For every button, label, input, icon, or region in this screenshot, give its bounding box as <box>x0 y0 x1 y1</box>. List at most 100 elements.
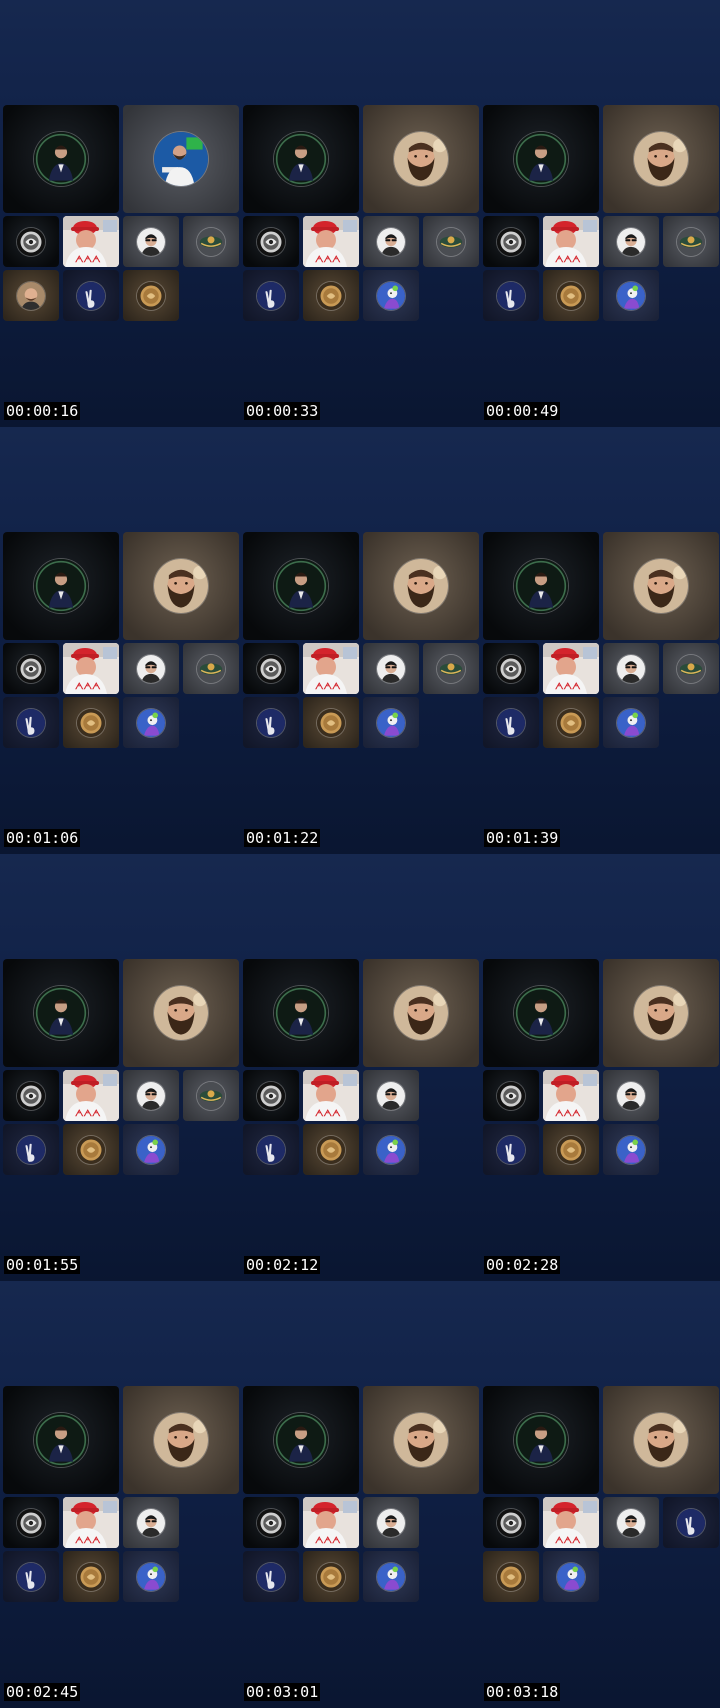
participant-tile-large[interactable] <box>483 532 599 640</box>
participant-tile-small[interactable] <box>363 1497 419 1548</box>
participant-tile-small[interactable] <box>3 1124 59 1175</box>
participant-tile-small[interactable] <box>123 1497 179 1548</box>
participant-tile-small[interactable]: ᗅᗅᗅ <box>63 1497 119 1548</box>
participant-tile-large[interactable] <box>483 959 599 1067</box>
participant-tile-small[interactable] <box>603 1070 659 1121</box>
participant-tile-small[interactable]: ᗅᗅᗅ <box>63 643 119 694</box>
participant-tile-large[interactable] <box>363 1386 479 1494</box>
participant-tile-large[interactable] <box>483 105 599 213</box>
participant-tile-small[interactable]: ᗅᗅᗅ <box>543 643 599 694</box>
participant-tile-small[interactable] <box>243 216 299 267</box>
participant-tile-small[interactable] <box>63 697 119 748</box>
participant-tile-small[interactable] <box>543 270 599 321</box>
participant-tile-small[interactable] <box>303 270 359 321</box>
participant-tile-large[interactable] <box>243 959 359 1067</box>
participant-tile-large[interactable] <box>3 532 119 640</box>
participant-tile-small[interactable]: ᗅᗅᗅ <box>543 216 599 267</box>
participant-tile-small[interactable] <box>183 1070 239 1121</box>
participant-tile-large[interactable] <box>603 532 719 640</box>
participant-tile-small[interactable] <box>543 697 599 748</box>
participant-tile-small[interactable] <box>483 643 539 694</box>
participant-tile-small[interactable] <box>3 270 59 321</box>
participant-tile-small[interactable] <box>243 697 299 748</box>
participant-tile-small[interactable] <box>483 216 539 267</box>
participant-tile-small[interactable] <box>243 1124 299 1175</box>
participant-tile-small[interactable] <box>363 216 419 267</box>
participant-tile-small[interactable] <box>3 1497 59 1548</box>
participant-tile-small[interactable] <box>183 216 239 267</box>
participant-tile-small[interactable] <box>483 1124 539 1175</box>
participant-tile-small[interactable] <box>3 216 59 267</box>
participant-tile-small[interactable] <box>363 643 419 694</box>
participant-tile-small[interactable] <box>3 697 59 748</box>
participant-tile-small[interactable] <box>243 1551 299 1602</box>
participant-tile-small[interactable] <box>63 270 119 321</box>
participant-tile-large[interactable] <box>363 532 479 640</box>
participant-tile-small[interactable] <box>303 697 359 748</box>
participant-tile-small[interactable] <box>303 1124 359 1175</box>
participant-tile-small[interactable] <box>63 1124 119 1175</box>
participant-tile-small[interactable] <box>603 1124 659 1175</box>
participant-tile-large[interactable] <box>243 1386 359 1494</box>
participant-tile-large[interactable] <box>3 1386 119 1494</box>
participant-tile-small[interactable] <box>663 216 719 267</box>
participant-tile-large[interactable] <box>603 959 719 1067</box>
participant-tile-large[interactable] <box>363 105 479 213</box>
participant-tile-large[interactable] <box>3 959 119 1067</box>
participant-tile-small[interactable] <box>123 1124 179 1175</box>
participant-tile-small[interactable]: ᗅᗅᗅ <box>63 216 119 267</box>
participant-tile-large[interactable] <box>603 105 719 213</box>
participant-tile-small[interactable] <box>123 270 179 321</box>
participant-tile-small[interactable] <box>363 1551 419 1602</box>
participant-tile-small[interactable] <box>603 270 659 321</box>
participant-tile-small[interactable] <box>243 643 299 694</box>
participant-tile-small[interactable] <box>123 643 179 694</box>
participant-tile-small[interactable] <box>483 1497 539 1548</box>
participant-tile-small[interactable] <box>603 643 659 694</box>
participant-tile-small[interactable] <box>603 697 659 748</box>
participant-tile-small[interactable] <box>363 1124 419 1175</box>
participant-tile-small[interactable]: ᗅᗅᗅ <box>543 1070 599 1121</box>
participant-tile-small[interactable] <box>483 1551 539 1602</box>
participant-tile-small[interactable] <box>63 1551 119 1602</box>
participant-tile-small[interactable] <box>483 270 539 321</box>
participant-tile-small[interactable] <box>543 1124 599 1175</box>
participant-tile-small[interactable]: ᗅᗅᗅ <box>303 1497 359 1548</box>
participant-tile-small[interactable] <box>603 216 659 267</box>
participant-tile-small[interactable] <box>483 1070 539 1121</box>
participant-tile-small[interactable] <box>603 1497 659 1548</box>
participant-tile-small[interactable] <box>423 643 479 694</box>
participant-tile-small[interactable] <box>303 1551 359 1602</box>
participant-tile-small[interactable] <box>543 1551 599 1602</box>
participant-tile-small[interactable] <box>123 697 179 748</box>
participant-tile-small[interactable] <box>3 1551 59 1602</box>
participant-tile-small[interactable] <box>483 697 539 748</box>
participant-tile-small[interactable] <box>123 216 179 267</box>
participant-tile-large[interactable] <box>603 1386 719 1494</box>
participant-tile-large[interactable] <box>123 532 239 640</box>
participant-tile-small[interactable] <box>243 270 299 321</box>
participant-tile-large[interactable] <box>123 959 239 1067</box>
participant-tile-small[interactable]: ᗅᗅᗅ <box>303 1070 359 1121</box>
participant-tile-small[interactable] <box>3 643 59 694</box>
participant-tile-small[interactable] <box>3 1070 59 1121</box>
participant-tile-large[interactable] <box>3 105 119 213</box>
participant-tile-large[interactable] <box>243 532 359 640</box>
participant-tile-small[interactable] <box>243 1070 299 1121</box>
participant-tile-small[interactable]: ᗅᗅᗅ <box>303 216 359 267</box>
participant-tile-small[interactable] <box>663 1497 719 1548</box>
participant-tile-small[interactable] <box>243 1497 299 1548</box>
participant-tile-small[interactable] <box>663 643 719 694</box>
participant-tile-small[interactable] <box>123 1070 179 1121</box>
participant-tile-large[interactable] <box>483 1386 599 1494</box>
participant-tile-small[interactable] <box>363 1070 419 1121</box>
participant-tile-small[interactable] <box>363 697 419 748</box>
participant-tile-small[interactable]: ᗅᗅᗅ <box>543 1497 599 1548</box>
participant-tile-small[interactable] <box>123 1551 179 1602</box>
participant-tile-large[interactable] <box>123 1386 239 1494</box>
participant-tile-small[interactable]: ᗅᗅᗅ <box>303 643 359 694</box>
participant-tile-large[interactable] <box>363 959 479 1067</box>
participant-tile-large[interactable] <box>123 105 239 213</box>
participant-tile-small[interactable] <box>423 216 479 267</box>
participant-tile-large[interactable] <box>243 105 359 213</box>
